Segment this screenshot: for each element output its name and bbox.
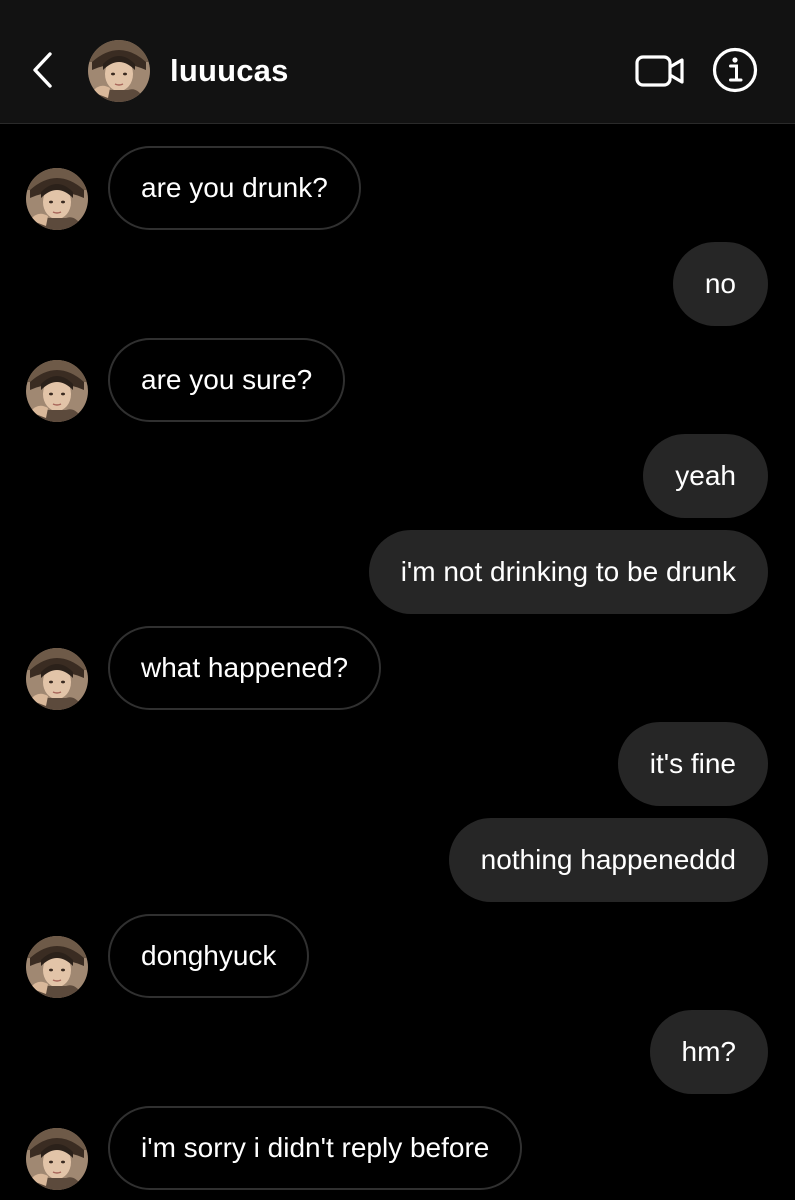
contact-avatar[interactable] (88, 40, 150, 102)
incoming-message-bubble[interactable]: what happened? (108, 626, 382, 710)
sender-avatar[interactable] (26, 360, 88, 422)
incoming-message-bubble[interactable]: are you drunk? (108, 146, 361, 230)
outgoing-message-bubble[interactable]: no (672, 242, 768, 326)
sender-avatar[interactable] (26, 936, 88, 998)
message-row-outgoing: no (0, 242, 795, 326)
message-row-outgoing: nothing happeneddd (0, 818, 795, 902)
info-circle-icon (712, 47, 758, 93)
incoming-message-bubble[interactable]: donghyuck (108, 914, 310, 998)
sender-avatar[interactable] (26, 168, 88, 230)
outgoing-message-bubble[interactable]: hm? (649, 1010, 768, 1094)
outgoing-message-bubble[interactable]: yeah (643, 434, 768, 518)
chevron-left-icon (30, 51, 54, 89)
sender-avatar[interactable] (26, 648, 88, 710)
outgoing-message-bubble[interactable]: it's fine (617, 722, 768, 806)
chat-header: luuucas (0, 0, 795, 124)
incoming-message-bubble[interactable]: i'm sorry i didn't reply before (108, 1106, 523, 1190)
message-row-outgoing: yeah (0, 434, 795, 518)
message-row-incoming: are you drunk? (0, 146, 795, 230)
message-row-outgoing: hm? (0, 1010, 795, 1094)
video-camera-icon (635, 54, 685, 88)
sender-avatar[interactable] (26, 1128, 88, 1190)
info-button[interactable] (711, 46, 759, 94)
message-thread[interactable]: are you drunk? no are you sure? yeah i'm… (0, 124, 795, 1200)
message-row-incoming: are you sure? (0, 338, 795, 422)
incoming-message-bubble[interactable]: are you sure? (108, 338, 346, 422)
message-row-outgoing: i'm not drinking to be drunk (0, 530, 795, 614)
message-row-incoming: donghyuck (0, 914, 795, 998)
video-call-button[interactable] (632, 50, 688, 92)
message-row-incoming: i'm sorry i didn't reply before (0, 1106, 795, 1190)
message-row-outgoing: it's fine (0, 722, 795, 806)
outgoing-message-bubble[interactable]: i'm not drinking to be drunk (368, 530, 768, 614)
outgoing-message-bubble[interactable]: nothing happeneddd (448, 818, 768, 902)
contact-username[interactable]: luuucas (170, 52, 289, 90)
message-row-incoming: what happened? (0, 626, 795, 710)
back-button[interactable] (22, 48, 62, 92)
